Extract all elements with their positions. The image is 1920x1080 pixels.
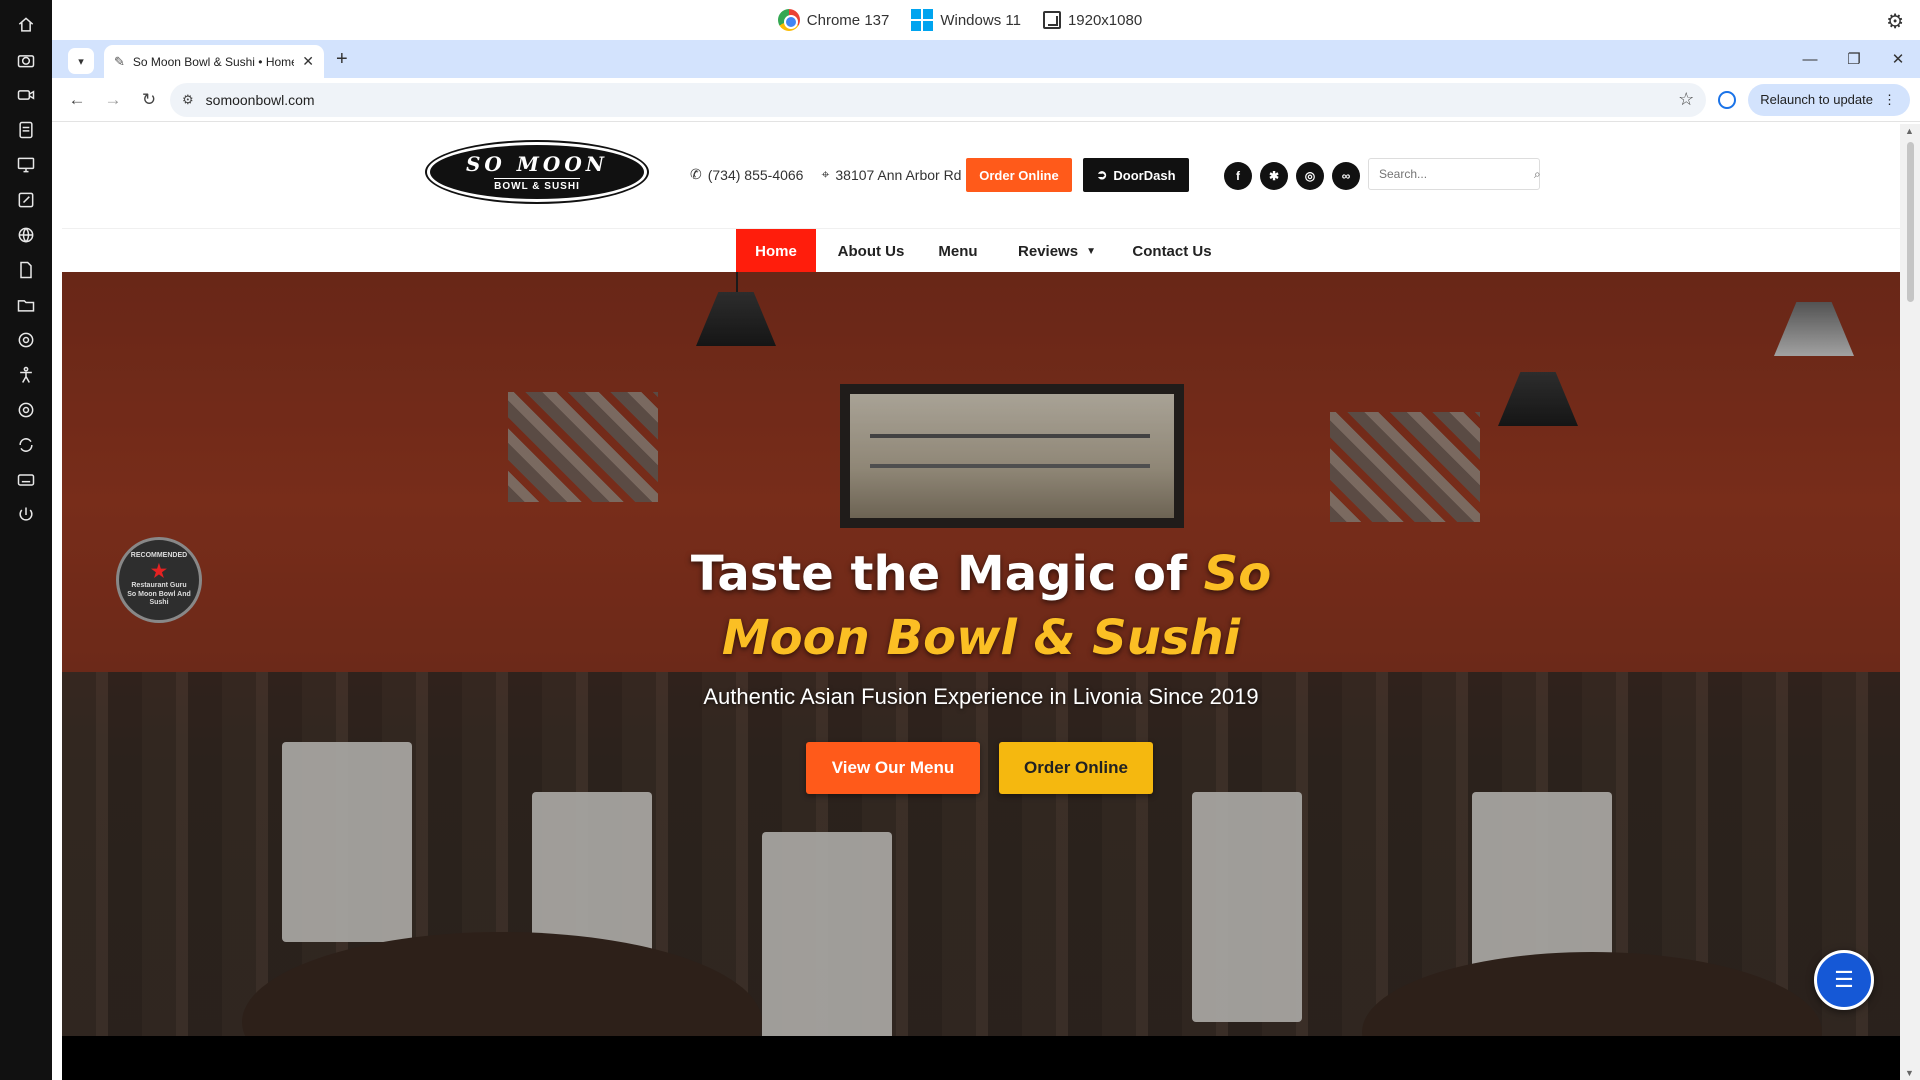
tab-search-button[interactable]: ▾ [68,48,94,74]
scroll-up-icon[interactable]: ▲ [1905,126,1914,136]
hero-subtitle: Authentic Asian Fusion Experience in Liv… [703,684,1259,709]
view-menu-button[interactable]: View Our Menu [806,742,980,794]
address-text: 38107 Ann Arbor Rd [835,166,962,183]
address-bar[interactable]: ⚙ somoonbowl.com ☆ [170,82,1707,117]
scroll-down-icon[interactable]: ▼ [1905,1068,1914,1078]
home-icon[interactable] [14,13,38,37]
nav-menu[interactable]: Menu [926,229,990,273]
site-logo[interactable]: SO MOON BOWL & SUSHI [427,142,647,202]
chevron-down-icon: ▼ [1086,245,1096,257]
chrome-icon [777,9,800,31]
folder-icon[interactable] [14,293,38,317]
camera-icon[interactable] [14,48,38,72]
sync-icon[interactable] [14,433,38,457]
main-nav: Home About Us Menu Reviews ▼ Contact Us [62,228,1900,273]
globe-icon[interactable] [14,223,38,247]
hero-title-accent-1: So [1203,546,1272,602]
tab-strip: ▾ ✎ So Moon Bowl & Sushi • Home ✕ + — ❐ … [52,40,1920,78]
settings-icon[interactable] [14,398,38,422]
tab-title: So Moon Bowl & Sushi • Home [132,54,295,69]
os-version: Windows 11 [940,11,1021,29]
search-icon[interactable]: ⌕ [1534,167,1541,182]
active-tab[interactable]: ✎ So Moon Bowl & Sushi • Home ✕ [104,45,324,78]
hero-title: Taste the Magic of So Moon Bowl & Sushi [62,542,1900,670]
left-dock [0,0,52,1080]
keyboard-icon[interactable] [14,468,38,492]
site-search-box[interactable]: ⌕ [1368,158,1541,190]
chrome-icon[interactable] [14,328,38,352]
forward-icon[interactable]: → [98,85,128,115]
browser-window: ▾ ✎ So Moon Bowl & Sushi • Home ✕ + — ❐ … [52,40,1920,1080]
social-links: f ✱ ◎ ∞ [1224,162,1360,190]
hero-title-accent-2: Moon Bowl & Sushi [721,610,1241,666]
relaunch-button[interactable]: Relaunch to update ⋮ [1748,83,1910,116]
browser-toolbar: ← → ↻ ⚙ somoonbowl.com ☆ Relaunch to upd… [52,78,1920,122]
logo-line2: BOWL & SUSHI [494,178,580,192]
hero-order-online-button[interactable]: Order Online [999,742,1153,794]
hero-title-white: Taste the Magic of [690,546,1204,602]
more-menu-icon[interactable]: ⋮ [1883,92,1896,108]
browser-info: Chrome 137 [777,9,890,31]
new-tab-button[interactable]: + [336,48,348,71]
os-info: Windows 11 [911,9,1021,31]
window-controls: — ❐ ✕ [1788,40,1920,78]
edit-icon[interactable] [14,188,38,212]
resolution-icon [1042,11,1061,29]
facebook-icon[interactable]: f [1224,162,1252,190]
site-header: SO MOON BOWL & SUSHI ✆ (734) 855-4066 ⌖ … [62,124,1900,228]
hero-section: RECOMMENDED ★ Restaurant Guru So Moon Bo… [62,272,1900,1036]
header-order-online-button[interactable]: Order Online [966,158,1072,192]
nav-contact-us[interactable]: Contact Us [1120,229,1224,273]
resolution-text: 1920x1080 [1067,11,1143,29]
minimize-icon[interactable]: — [1788,51,1832,68]
doordash-icon: ➲ [1096,167,1108,182]
monitor-icon[interactable] [14,153,38,177]
scroll-thumb[interactable] [1907,142,1914,302]
url-text[interactable]: somoonbowl.com [206,92,1666,108]
resolution-info: 1920x1080 [1042,11,1143,29]
address-link[interactable]: ⌖ 38107 Ann Arbor Rd [821,166,961,183]
profile-icon[interactable] [1712,85,1742,115]
yelp-icon[interactable]: ✱ [1260,162,1288,190]
bookmark-star-icon[interactable]: ☆ [1678,89,1694,110]
close-window-icon[interactable]: ✕ [1876,50,1920,68]
bug-icon[interactable]: ⚙ [1886,9,1904,34]
restore-icon[interactable]: ❐ [1832,50,1876,68]
accessibility-icon[interactable] [14,363,38,387]
phone-link[interactable]: ✆ (734) 855-4066 [690,166,803,183]
contact-info: ✆ (734) 855-4066 ⌖ 38107 Ann Arbor Rd [690,166,961,183]
site-search-input[interactable] [1379,167,1534,181]
reload-icon[interactable]: ↻ [134,85,164,115]
relaunch-label: Relaunch to update [1760,92,1873,107]
phone-number: (734) 855-4066 [707,166,804,183]
nav-about-us[interactable]: About Us [826,229,916,273]
close-tab-icon[interactable]: ✕ [302,53,314,70]
web-page: SO MOON BOWL & SUSHI ✆ (734) 855-4066 ⌖ … [62,124,1900,1080]
nav-reviews[interactable]: Reviews ▼ [1002,229,1112,273]
phone-icon: ✆ [690,166,702,182]
video-icon[interactable] [14,83,38,107]
logo-line1: SO MOON [465,152,609,176]
windows-icon [911,9,934,31]
document-icon[interactable] [14,258,38,282]
doordash-label: DoorDash [1113,167,1176,183]
favicon-icon: ✎ [114,53,125,69]
nav-reviews-label: Reviews [1018,242,1079,260]
nav-home[interactable]: Home [736,229,816,273]
back-icon[interactable]: ← [62,85,92,115]
browser-version: Chrome 137 [806,11,890,29]
tripadvisor-icon[interactable]: ∞ [1332,162,1360,190]
doordash-button[interactable]: ➲ DoorDash [1083,158,1189,192]
instagram-icon[interactable]: ◎ [1296,162,1324,190]
map-pin-icon: ⌖ [821,166,830,182]
page-scrollbar[interactable]: ▲ ▼ [1900,124,1920,1080]
file-icon[interactable] [14,118,38,142]
power-icon[interactable] [14,503,38,527]
accessibility-widget-button[interactable]: ☰ [1814,950,1874,1010]
site-info-icon[interactable]: ⚙ [182,92,194,108]
system-info-bar: Chrome 137 Windows 11 1920x1080 ⚙ [0,0,1920,40]
